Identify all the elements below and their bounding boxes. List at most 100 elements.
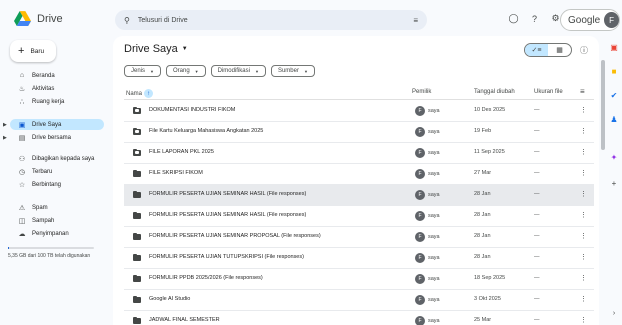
- folder-icon: [133, 233, 141, 240]
- more-actions-icon[interactable]: ⋮: [580, 316, 587, 324]
- sidebar-item-recent[interactable]: ◷ Terbaru: [10, 166, 104, 177]
- caret-down-icon: ▼: [181, 46, 188, 52]
- expand-arrow-icon[interactable]: ▶: [3, 122, 7, 128]
- table-row[interactable]: FORMULIR PESERTA UJIAN SEMINAR PROPOSAL …: [124, 227, 594, 248]
- sidebar-item-workspace[interactable]: ∴ Ruang kerja: [10, 96, 104, 107]
- column-date-label: Tanggal diubah: [474, 89, 515, 95]
- sidebar-item-activity[interactable]: ♨ Aktivitas: [10, 83, 104, 94]
- keep-icon[interactable]: ■: [609, 66, 619, 76]
- file-size: —: [534, 275, 540, 281]
- file-name: FORMULIR PESERTA UJIAN SEMINAR HASIL (Fi…: [149, 212, 307, 218]
- main-panel: Drive Saya ▼ ✓≡ ▦ ⓘ Jenis ▼ Orang ▼ Dimodi…: [113, 36, 599, 325]
- table-row[interactable]: DOKUMENTASI INDUSTRI FIKOM Fsaya 10 Des 20…: [124, 101, 594, 122]
- people-icon: ⚇: [18, 155, 26, 163]
- search-input[interactable]: Telusuri di Drive: [138, 17, 413, 24]
- more-actions-icon[interactable]: ⋮: [580, 295, 587, 303]
- list-view-button[interactable]: ✓≡: [525, 44, 548, 56]
- search-options-icon[interactable]: ≡: [413, 16, 418, 25]
- sidebar-item-spam[interactable]: ⚠ Spam: [10, 202, 104, 213]
- sidebar-item-home[interactable]: ⌂ Beranda: [10, 70, 104, 81]
- file-owner: Fsaya: [415, 253, 440, 263]
- chevron-right-icon[interactable]: ›: [609, 308, 619, 318]
- table-row[interactable]: Google AI Studio Fsaya 3 Okt 2025 — ⋮: [124, 290, 594, 311]
- info-icon[interactable]: ⓘ: [580, 45, 588, 56]
- sidebar-item-label: Beranda: [32, 72, 55, 79]
- file-name: FORMULIR PPDB 2025/2026 (File responses): [149, 275, 263, 281]
- filter-people[interactable]: Orang ▼: [165, 65, 206, 77]
- table-row[interactable]: FORMULIR PESERTA UJIAN SEMINAR HASIL (Fi…: [124, 185, 594, 206]
- column-owner[interactable]: Pemilik: [412, 89, 431, 95]
- table-row[interactable]: FORMULIR PESERTA UJIAN TUTUPSKRIPSI (Fil…: [124, 248, 594, 269]
- sidebar-item-storage[interactable]: ☁ Penyimpanan: [10, 228, 104, 239]
- owner-avatar: F: [415, 295, 425, 305]
- sidebar-item-my-drive[interactable]: ▣ Drive Saya: [10, 119, 104, 130]
- sidebar: + Baru ⌂ Beranda ♨ Aktivitas ∴ Ruang ker…: [0, 40, 112, 325]
- more-actions-icon[interactable]: ⋮: [580, 274, 587, 282]
- file-owner: Fsaya: [415, 316, 440, 325]
- filter-source[interactable]: Sumber ▼: [270, 65, 315, 77]
- more-actions-icon[interactable]: ⋮: [580, 190, 587, 198]
- account-switcher[interactable]: Google F: [560, 9, 620, 31]
- page-title[interactable]: Drive Saya ▼: [124, 43, 188, 55]
- sort-arrow-up-icon[interactable]: ↑: [144, 89, 154, 98]
- table-row[interactable]: JADWAL FINAL SEMESTER Fsaya 25 Mar — ⋮: [124, 311, 594, 325]
- grid-view-button[interactable]: ▦: [548, 44, 571, 56]
- file-date: 28 Jan: [474, 212, 491, 218]
- table-row[interactable]: FILE LAPORAN PKL 2025 Fsaya 11 Sep 2025 — ⋮: [124, 143, 594, 164]
- offline-status-icon[interactable]: ◯: [508, 13, 519, 24]
- more-actions-icon[interactable]: ⋮: [580, 253, 587, 261]
- new-button[interactable]: + Baru: [10, 40, 56, 62]
- column-date[interactable]: Tanggal diubah: [474, 89, 515, 95]
- contacts-icon[interactable]: ♟: [609, 114, 619, 124]
- file-date: 28 Jan: [474, 254, 491, 260]
- filter-label: Orang: [172, 68, 190, 74]
- file-size: —: [534, 212, 540, 218]
- more-actions-icon[interactable]: ⋮: [580, 169, 587, 177]
- add-addon-icon[interactable]: +: [609, 178, 619, 188]
- check-icon: ✓≡: [531, 47, 542, 54]
- column-size[interactable]: Ukuran file: [534, 89, 563, 95]
- chevron-down-icon: ▼: [194, 68, 199, 74]
- search-bar[interactable]: ⚲ Telusuri di Drive ≡: [115, 10, 427, 30]
- file-owner: Fsaya: [415, 274, 440, 284]
- tasks-icon[interactable]: ✔: [609, 90, 619, 100]
- gemini-icon[interactable]: ✦: [609, 152, 619, 162]
- search-icon[interactable]: ⚲: [124, 16, 130, 25]
- drive-logo-icon: [14, 11, 31, 26]
- more-actions-icon[interactable]: ⋮: [580, 232, 587, 240]
- column-owner-label: Pemilik: [412, 89, 432, 95]
- table-row[interactable]: FORMULIR PPDB 2025/2026 (File responses)…: [124, 269, 594, 290]
- table-row[interactable]: FILE SKRIPSI FIKOM Fsaya 27 Mar — ⋮: [124, 164, 594, 185]
- file-owner: Fsaya: [415, 295, 440, 305]
- expand-arrow-icon[interactable]: ▶: [3, 135, 7, 141]
- table-row[interactable]: File Kartu Keluarga Mahasiswa Angkatan 2…: [124, 122, 594, 143]
- sidebar-item-label: Spam: [32, 204, 48, 211]
- column-name[interactable]: Nama ↑: [126, 89, 154, 98]
- scrollbar[interactable]: [601, 40, 605, 325]
- sidebar-item-shared-drives[interactable]: ▤ Drive bersama: [10, 132, 104, 143]
- avatar[interactable]: F: [604, 12, 619, 28]
- sidebar-item-label: Ruang kerja: [32, 98, 65, 105]
- my-drive-icon: ▣: [18, 121, 26, 129]
- scrollbar-thumb[interactable]: [601, 60, 605, 150]
- filter-modified[interactable]: Dimodifikasi ▼: [210, 65, 266, 77]
- table-row[interactable]: FORMULIR PESERTA UJIAN SEMINAR HASIL (Fi…: [124, 206, 594, 227]
- more-actions-icon[interactable]: ⋮: [580, 106, 587, 114]
- sidebar-item-shared-with-me[interactable]: ⚇ Dibagikan kepada saya: [10, 153, 104, 164]
- owner-avatar: F: [415, 148, 425, 158]
- owner-name: saya: [428, 150, 440, 156]
- calendar-icon[interactable]: ▣: [609, 42, 619, 52]
- file-name: FORMULIR PESERTA UJIAN SEMINAR HASIL (Fi…: [149, 191, 307, 197]
- sidebar-item-trash[interactable]: ◫ Sampah: [10, 215, 104, 226]
- drive-logo[interactable]: Drive: [14, 11, 63, 26]
- more-actions-icon[interactable]: ⋮: [580, 127, 587, 135]
- more-actions-icon[interactable]: ⋮: [580, 211, 587, 219]
- shared-drive-icon: ▤: [18, 134, 26, 142]
- file-size: —: [534, 170, 540, 176]
- filter-type[interactable]: Jenis ▼: [124, 65, 161, 77]
- more-actions-icon[interactable]: ⋮: [580, 148, 587, 156]
- sidebar-item-starred[interactable]: ☆ Berbintang: [10, 179, 104, 190]
- sort-options-icon[interactable]: ≡: [580, 87, 585, 96]
- help-icon[interactable]: ?: [529, 13, 540, 24]
- storage-bar-fill: [8, 247, 9, 249]
